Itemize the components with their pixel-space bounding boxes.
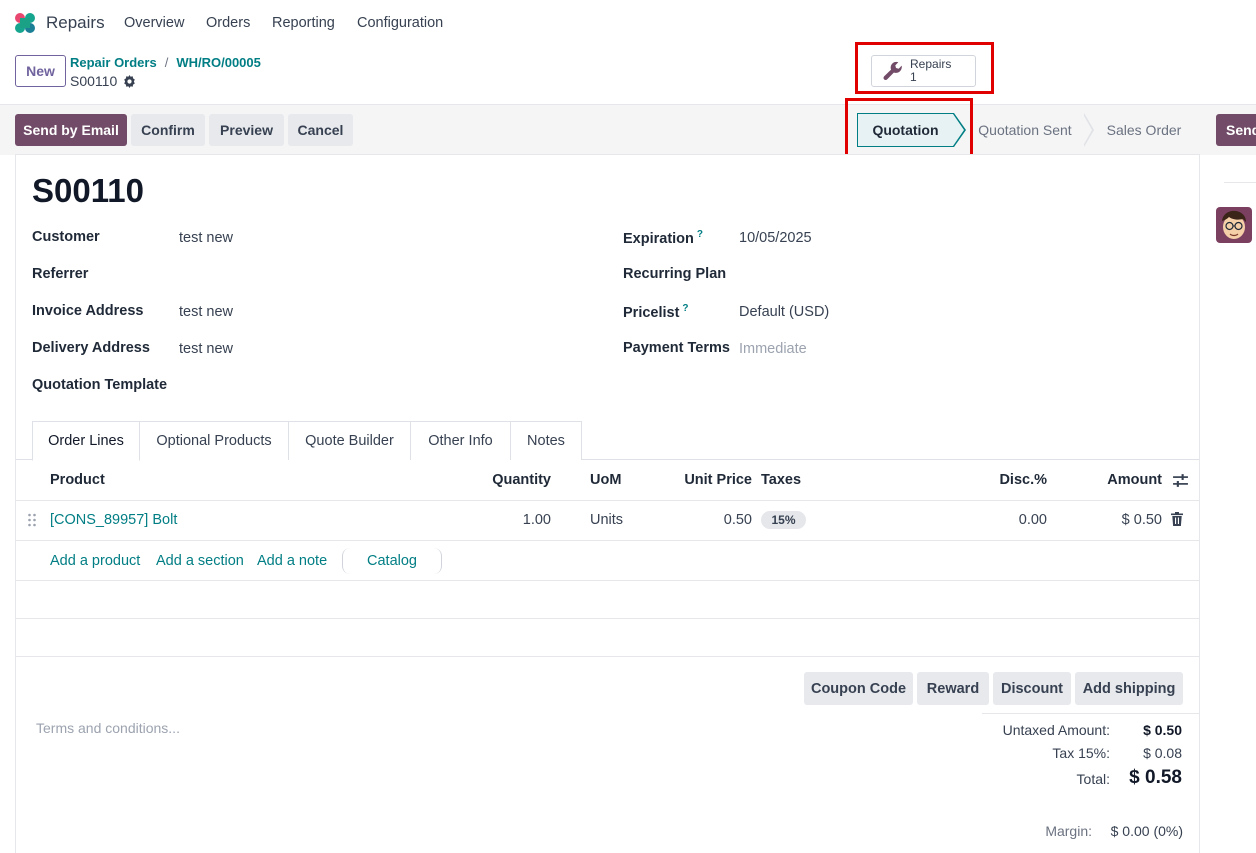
margin-label: Margin: bbox=[1045, 823, 1092, 839]
add-section-link[interactable]: Add a section bbox=[156, 553, 244, 569]
tab-optional-products[interactable]: Optional Products bbox=[139, 421, 289, 460]
column-taxes[interactable]: Taxes bbox=[761, 472, 801, 488]
expiration-label-text: Expiration bbox=[623, 230, 694, 247]
row-divider-2 bbox=[16, 580, 1199, 581]
tax-badge[interactable]: 15% bbox=[761, 511, 806, 529]
column-discount[interactable]: Disc.% bbox=[980, 472, 1047, 488]
breadcrumb-repair-order[interactable]: WH/RO/00005 bbox=[176, 55, 261, 70]
expiration-field[interactable]: 10/05/2025 bbox=[739, 230, 812, 246]
user-avatar[interactable] bbox=[1216, 207, 1252, 243]
column-amount[interactable]: Amount bbox=[1080, 472, 1162, 488]
delivery-address-label: Delivery Address bbox=[32, 340, 150, 356]
record-name-label: S00110 bbox=[70, 73, 118, 89]
pricelist-label: Pricelist? bbox=[623, 303, 689, 321]
confirm-button[interactable]: Confirm bbox=[131, 114, 205, 146]
invoice-address-field[interactable]: test new bbox=[179, 304, 233, 320]
payment-terms-field[interactable]: Immediate bbox=[739, 341, 807, 357]
reward-button[interactable]: Reward bbox=[917, 672, 989, 705]
line-discount[interactable]: 0.00 bbox=[980, 512, 1047, 528]
column-uom[interactable]: UoM bbox=[590, 472, 621, 488]
breadcrumb-repair-orders[interactable]: Repair Orders bbox=[70, 55, 157, 70]
breadcrumb: Repair Orders / WH/RO/00005 bbox=[70, 55, 261, 70]
untaxed-amount-label: Untaxed Amount: bbox=[1002, 722, 1110, 738]
add-product-link[interactable]: Add a product bbox=[50, 553, 140, 569]
add-note-link[interactable]: Add a note bbox=[257, 553, 327, 569]
tax-label: Tax 15%: bbox=[1052, 745, 1110, 761]
quotation-template-field[interactable] bbox=[179, 378, 579, 396]
line-amount: $ 0.50 bbox=[1121, 512, 1162, 528]
chatter-divider bbox=[1224, 182, 1256, 183]
terms-and-conditions-field[interactable]: Terms and conditions... bbox=[36, 720, 180, 736]
recurring-plan-label: Recurring Plan bbox=[623, 266, 727, 282]
drag-handle-icon[interactable] bbox=[27, 513, 37, 527]
breadcrumb-separator: / bbox=[164, 55, 169, 70]
trash-icon[interactable] bbox=[1171, 512, 1183, 526]
app-name[interactable]: Repairs bbox=[46, 13, 105, 33]
column-quantity[interactable]: Quantity bbox=[470, 472, 551, 488]
customer-field[interactable]: test new bbox=[179, 230, 233, 246]
highlight-box-repairs bbox=[855, 42, 994, 94]
line-uom[interactable]: Units bbox=[590, 512, 623, 528]
row-divider-3 bbox=[16, 618, 1199, 619]
top-navbar: Repairs Overview Orders Reporting Config… bbox=[0, 0, 1256, 46]
line-product[interactable]: [CONS_89957] Bolt bbox=[50, 512, 177, 528]
record-name: S00110 bbox=[70, 73, 136, 89]
send-by-email-button[interactable]: Send by Email bbox=[15, 114, 127, 146]
tab-order-lines[interactable]: Order Lines bbox=[32, 421, 140, 461]
quotation-template-label: Quotation Template bbox=[32, 377, 168, 393]
untaxed-amount-value: $ 0.50 bbox=[1143, 722, 1182, 738]
table-header-divider bbox=[16, 500, 1199, 501]
avatar-image bbox=[1216, 207, 1252, 243]
invoice-address-label: Invoice Address bbox=[32, 303, 144, 319]
discount-button[interactable]: Discount bbox=[993, 672, 1071, 705]
total-label: Total: bbox=[1076, 771, 1110, 787]
stage-quotation-sent[interactable]: Quotation Sent bbox=[966, 113, 1084, 147]
menu-configuration[interactable]: Configuration bbox=[357, 15, 443, 31]
line-unit-price[interactable]: 0.50 bbox=[660, 512, 752, 528]
menu-reporting[interactable]: Reporting bbox=[272, 15, 335, 31]
expiration-help-icon[interactable]: ? bbox=[697, 229, 703, 240]
margin-value: $ 0.00 (0%) bbox=[1110, 823, 1183, 839]
tax-value: $ 0.08 bbox=[1143, 745, 1182, 761]
delivery-address-field[interactable]: test new bbox=[179, 341, 233, 357]
stage-arrow-2-fill bbox=[1083, 114, 1092, 146]
coupon-code-button[interactable]: Coupon Code bbox=[804, 672, 913, 705]
order-title: S00110 bbox=[32, 172, 144, 209]
line-quantity[interactable]: 1.00 bbox=[470, 512, 551, 528]
referrer-label: Referrer bbox=[32, 266, 89, 282]
row-divider bbox=[16, 540, 1199, 541]
tab-quote-builder[interactable]: Quote Builder bbox=[288, 421, 411, 460]
recurring-plan-field[interactable] bbox=[739, 267, 1139, 285]
total-value: $ 0.58 bbox=[1129, 767, 1182, 788]
column-product[interactable]: Product bbox=[50, 472, 105, 488]
gear-icon[interactable] bbox=[123, 74, 136, 88]
preview-button[interactable]: Preview bbox=[209, 114, 284, 146]
row-divider-4 bbox=[16, 656, 1199, 657]
stage-sales-order[interactable]: Sales Order bbox=[1094, 113, 1194, 147]
referrer-field[interactable] bbox=[179, 267, 579, 285]
pricelist-field[interactable]: Default (USD) bbox=[739, 304, 829, 320]
cancel-button[interactable]: Cancel bbox=[288, 114, 353, 146]
pricelist-label-text: Pricelist bbox=[623, 304, 680, 321]
payment-terms-label: Payment Terms bbox=[623, 340, 730, 356]
add-shipping-button[interactable]: Add shipping bbox=[1075, 672, 1183, 705]
tab-notes[interactable]: Notes bbox=[510, 421, 582, 460]
expiration-label: Expiration? bbox=[623, 229, 703, 247]
menu-orders[interactable]: Orders bbox=[206, 15, 250, 31]
menu-overview[interactable]: Overview bbox=[124, 15, 184, 31]
column-unit-price[interactable]: Unit Price bbox=[660, 472, 752, 488]
sliders-icon[interactable] bbox=[1172, 472, 1189, 489]
tab-other-info[interactable]: Other Info bbox=[410, 421, 511, 460]
send-button-overflow[interactable]: Send bbox=[1216, 114, 1256, 146]
customer-label: Customer bbox=[32, 229, 100, 245]
catalog-button[interactable]: Catalog bbox=[342, 548, 442, 574]
new-button[interactable]: New bbox=[15, 55, 66, 87]
repairs-app-icon[interactable] bbox=[14, 12, 36, 34]
pricelist-help-icon[interactable]: ? bbox=[682, 303, 688, 314]
totals-divider bbox=[982, 713, 1199, 714]
